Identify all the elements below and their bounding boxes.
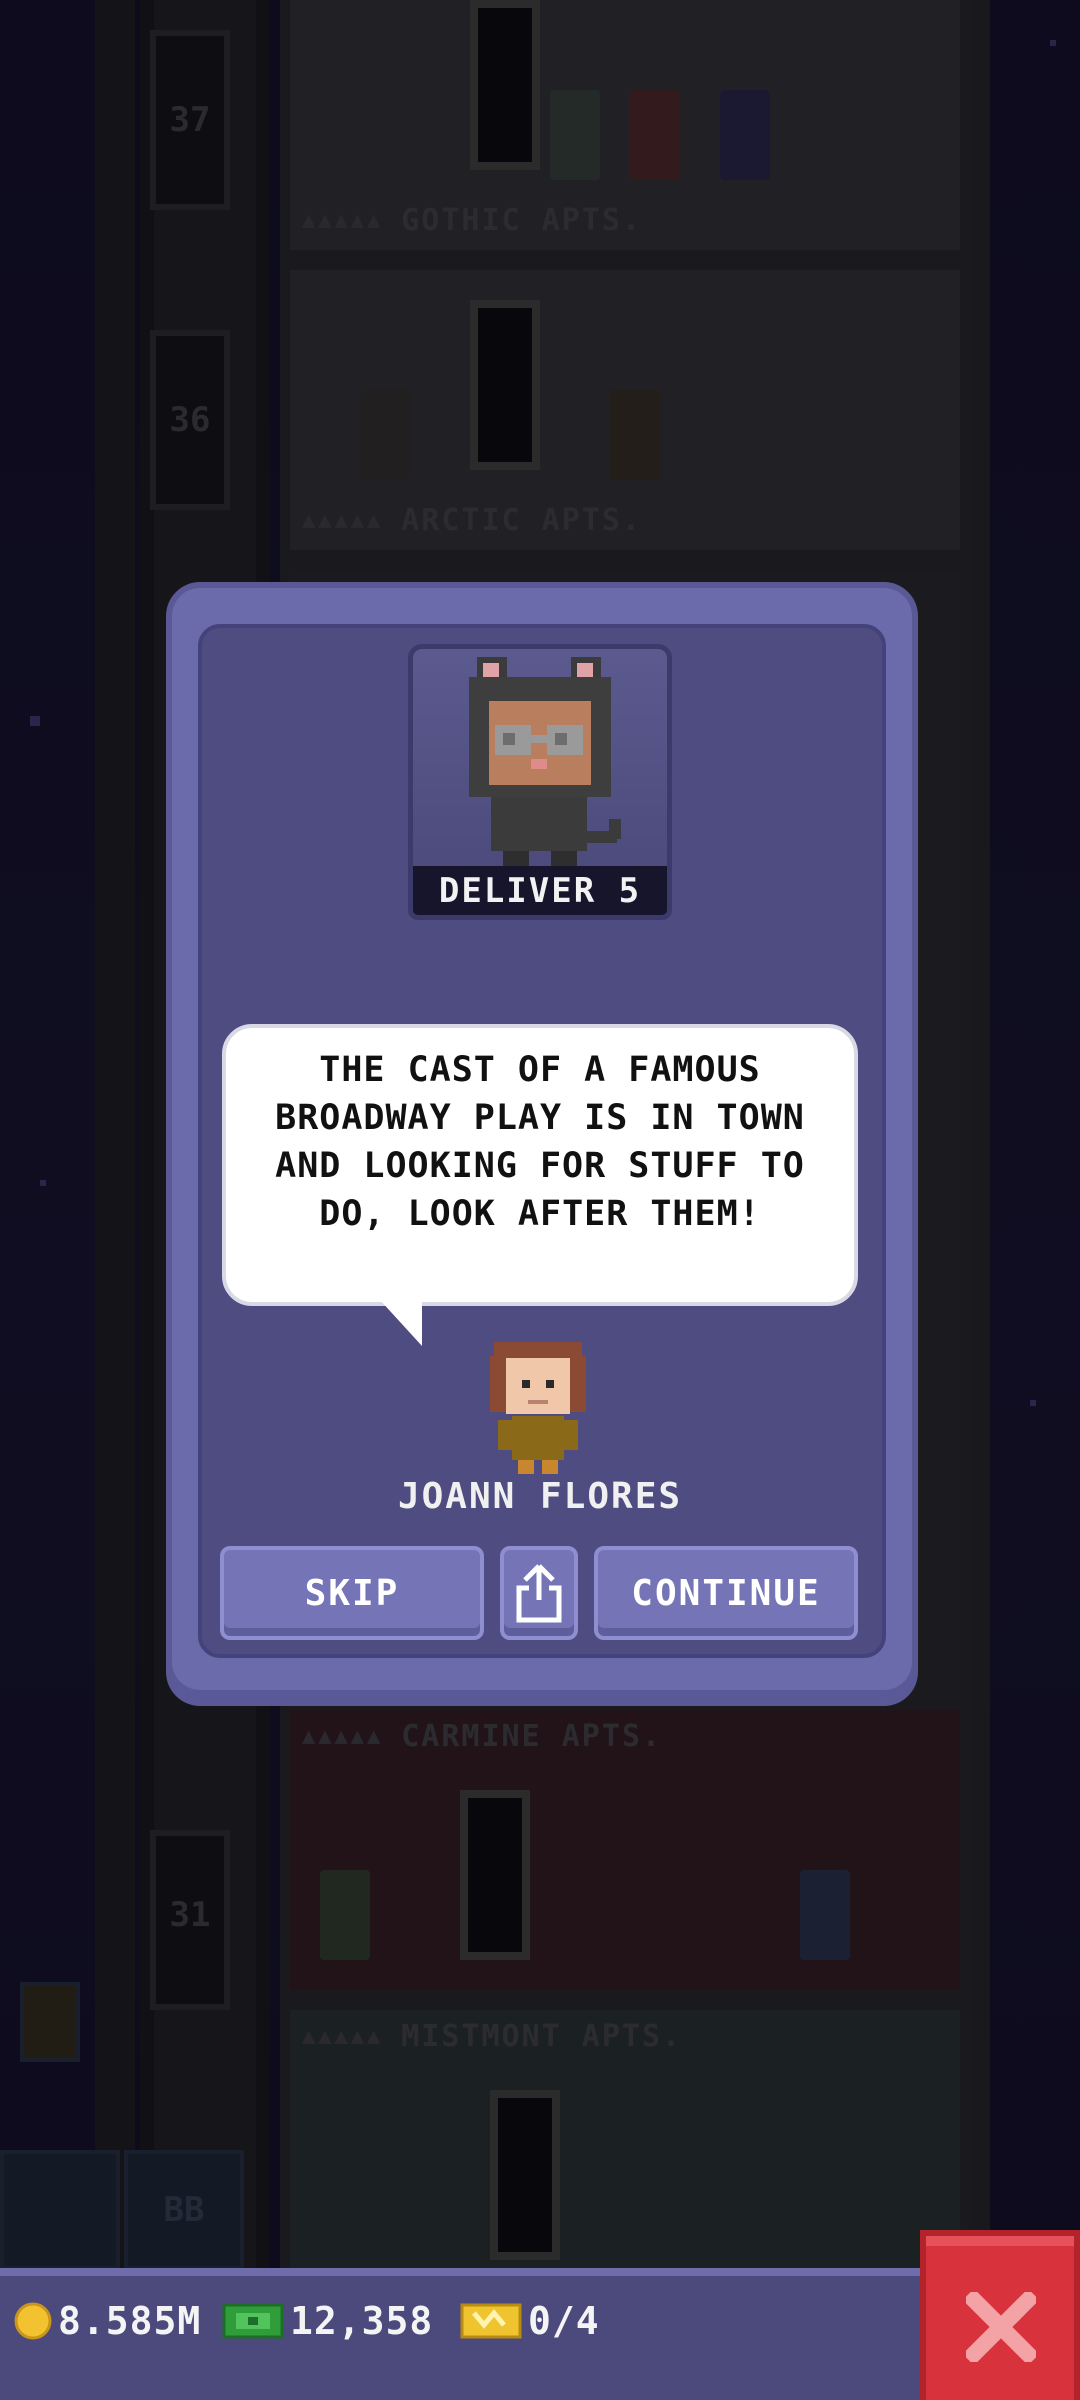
share-icon	[516, 1564, 562, 1623]
coins-value: 8.585M	[58, 2299, 202, 2343]
mission-message: THE CAST OF A FAMOUS BROADWAY PLAY IS IN…	[275, 1050, 805, 1234]
bux-counter[interactable]: 12,358	[222, 2296, 433, 2346]
coin-icon	[14, 2302, 52, 2340]
close-button[interactable]	[920, 2230, 1080, 2400]
ticket-icon	[460, 2303, 522, 2339]
skip-button-label: SKIP	[304, 1572, 400, 1614]
cat-costume-character-icon	[469, 657, 621, 869]
skip-button[interactable]: SKIP	[220, 1546, 484, 1640]
continue-button[interactable]: CONTINUE	[594, 1546, 858, 1640]
tickets-counter[interactable]: 0/4	[460, 2296, 600, 2346]
bux-icon	[222, 2303, 284, 2339]
speaker-name: JOANN FLORES	[397, 1476, 683, 1517]
speaker-character-icon	[490, 1342, 586, 1474]
tickets-value: 0/4	[528, 2299, 600, 2343]
share-button[interactable]	[500, 1546, 578, 1640]
coins-counter[interactable]: 8.585M	[14, 2296, 201, 2346]
close-icon	[966, 2292, 1036, 2362]
speech-bubble-tail	[380, 1300, 422, 1346]
continue-button-label: CONTINUE	[631, 1572, 821, 1614]
mission-objective: DELIVER 5	[408, 866, 672, 920]
bux-value: 12,358	[290, 2299, 434, 2343]
